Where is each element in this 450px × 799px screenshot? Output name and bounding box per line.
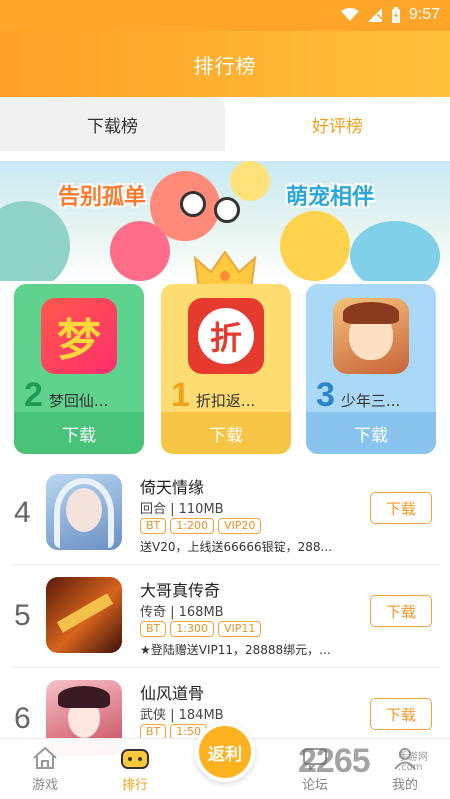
home-icon xyxy=(33,746,57,769)
tab-download-rank[interactable]: 下载榜 xyxy=(0,97,225,151)
portrait-hair xyxy=(54,478,114,548)
status-time: 9:57 xyxy=(408,6,440,23)
tag-list: BT 1:300 VIP11 xyxy=(140,621,262,637)
game-icon: 折 xyxy=(188,298,264,374)
game-desc: 送V20，上线送66666银锭，288... xyxy=(140,540,333,554)
signal-icon xyxy=(367,8,383,22)
watermark-logo: 2265 xyxy=(298,742,371,780)
download-button[interactable]: 下载 xyxy=(14,412,144,454)
nav-item-games[interactable]: 游戏 xyxy=(0,739,90,799)
tag: VIP11 xyxy=(217,621,262,637)
nav-label: 游戏 xyxy=(31,778,58,793)
top-card-rank-2[interactable]: 梦 2 梦回仙... 下载 xyxy=(14,284,144,454)
banner-decoration xyxy=(280,211,350,281)
list-item[interactable]: 4 倚天情缘 回合 | 110MB BT 1:200 VIP20 送V20，上线… xyxy=(12,462,438,565)
banner-decoration xyxy=(214,197,240,223)
tag: VIP20 xyxy=(217,518,262,534)
game-icon xyxy=(333,298,409,374)
title-bar: 排行榜 xyxy=(0,31,450,97)
rank-number: 6 xyxy=(14,702,31,735)
rank-row: 2 梦回仙... xyxy=(24,376,108,415)
rank-number: 2 xyxy=(24,376,43,414)
game-name: 仙风道骨 xyxy=(140,684,205,703)
banner-decoration xyxy=(230,161,270,201)
game-icon: 梦 xyxy=(41,298,117,374)
banner-decoration xyxy=(110,221,170,281)
game-name: 少年三... xyxy=(340,392,401,410)
game-name: 折扣返... xyxy=(195,392,256,410)
download-button[interactable]: 下载 xyxy=(370,492,432,524)
game-icon xyxy=(46,474,122,550)
icon-circle: 折 xyxy=(198,308,254,364)
banner-decoration xyxy=(0,201,70,281)
top-card-rank-3[interactable]: 3 少年三... 下载 xyxy=(306,284,436,454)
nav-label: 排行 xyxy=(121,778,148,793)
gamepad-icon xyxy=(121,749,149,769)
top-card-rank-1[interactable]: 折 1 折扣返... 下载 xyxy=(161,284,291,454)
tag-list: BT 1:200 VIP20 xyxy=(140,518,262,534)
download-button[interactable]: 下载 xyxy=(370,595,432,627)
tag: BT xyxy=(140,621,167,637)
status-bar: 9:57 xyxy=(0,0,450,31)
rank-number: 4 xyxy=(14,496,31,529)
game-icon-glyph: 梦 xyxy=(57,315,101,366)
watermark-domain: .com xyxy=(398,762,423,773)
status-icons: 9:57 xyxy=(340,6,440,24)
tag: 1:300 xyxy=(170,621,214,637)
battery-icon xyxy=(391,6,400,23)
watermark-text: 手游网 xyxy=(398,752,428,763)
banner-title-right: 萌宠相伴 xyxy=(286,185,375,210)
game-desc: ★登陆赠送VIP11，28888绑元，... xyxy=(140,643,331,657)
nav-item-ranking[interactable]: 排行 xyxy=(90,739,180,799)
game-name: 梦回仙... xyxy=(48,392,109,410)
list-item[interactable]: 5 大哥真传奇 传奇 | 168MB BT 1:300 VIP11 ★登陆赠送V… xyxy=(12,565,438,668)
rank-number: 1 xyxy=(171,376,190,414)
game-icon-glyph: 折 xyxy=(209,319,242,357)
rank-row: 3 少年三... xyxy=(316,376,400,415)
wifi-icon xyxy=(340,8,359,21)
tab-rating-rank[interactable]: 好评榜 xyxy=(225,97,450,151)
download-button[interactable]: 下载 xyxy=(306,412,436,454)
page-title: 排行榜 xyxy=(193,53,257,78)
portrait-hair xyxy=(343,302,399,324)
game-name: 大哥真传奇 xyxy=(140,581,221,600)
rank-tabs: 下载榜 好评榜 xyxy=(0,97,450,151)
rank-number: 3 xyxy=(316,376,335,414)
rank-row: 1 折扣返... xyxy=(171,376,255,415)
game-meta: 回合 | 110MB xyxy=(140,502,224,517)
tag: 1:200 xyxy=(170,518,214,534)
nav-label: 我的 xyxy=(391,778,418,793)
banner-decoration xyxy=(350,221,440,281)
game-name: 倚天情缘 xyxy=(140,478,205,497)
icon-blade xyxy=(56,593,114,633)
portrait-hair xyxy=(58,686,110,708)
game-meta: 传奇 | 168MB xyxy=(140,605,224,620)
tag: BT xyxy=(140,518,167,534)
download-button[interactable]: 下载 xyxy=(370,698,432,730)
game-meta: 武侠 | 184MB xyxy=(140,708,224,723)
rebate-button[interactable]: 返利 xyxy=(195,722,255,782)
banner-decoration xyxy=(180,191,206,217)
download-button[interactable]: 下载 xyxy=(161,412,291,454)
banner-title-left: 告别孤单 xyxy=(58,185,147,210)
game-icon xyxy=(46,577,122,653)
rank-number: 5 xyxy=(14,599,31,632)
